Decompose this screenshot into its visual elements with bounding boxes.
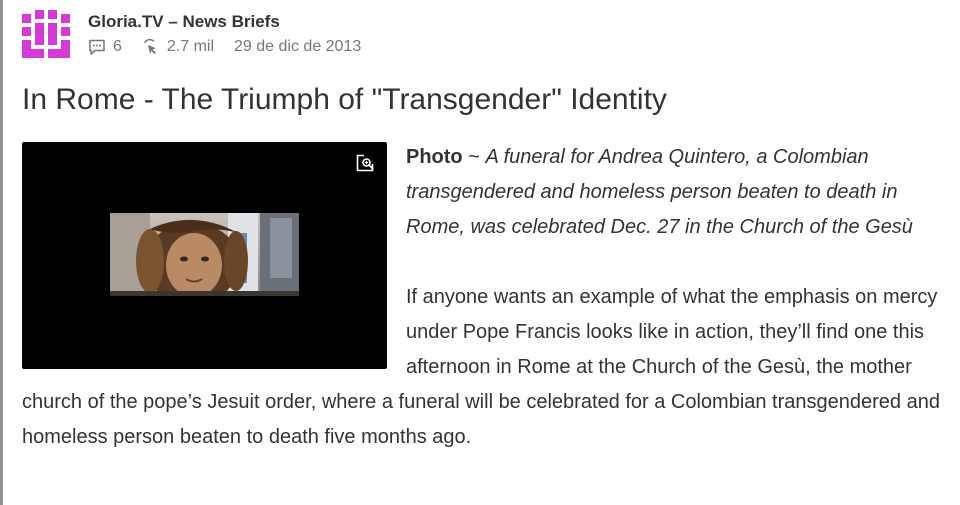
- left-border: [0, 0, 3, 505]
- post-date: 29 de dic de 2013: [234, 38, 362, 55]
- channel-logo[interactable]: [22, 10, 70, 58]
- post-meta: Gloria.TV – News Briefs 6 2.7 mil 29 de …: [88, 10, 381, 58]
- image-float-spacer: [22, 140, 406, 372]
- post-title: In Rome - The Triumph of "Transgender" I…: [22, 83, 667, 116]
- post-stats: 6 2.7 mil 29 de dic de 2013: [88, 36, 381, 58]
- photo-label: Photo: [406, 146, 463, 168]
- post-body: Photo ~ A funeral for Andrea Quintero, a…: [22, 140, 940, 455]
- comment-icon[interactable]: [88, 38, 106, 56]
- channel-name[interactable]: Gloria.TV – News Briefs: [88, 10, 381, 34]
- caption-separator: ~: [462, 146, 486, 168]
- views-icon: [142, 38, 160, 56]
- comment-count[interactable]: 6: [113, 36, 122, 58]
- view-count: 2.7 mil: [166, 38, 215, 55]
- post-header: Gloria.TV – News Briefs 6 2.7 mil 29 de …: [22, 10, 381, 60]
